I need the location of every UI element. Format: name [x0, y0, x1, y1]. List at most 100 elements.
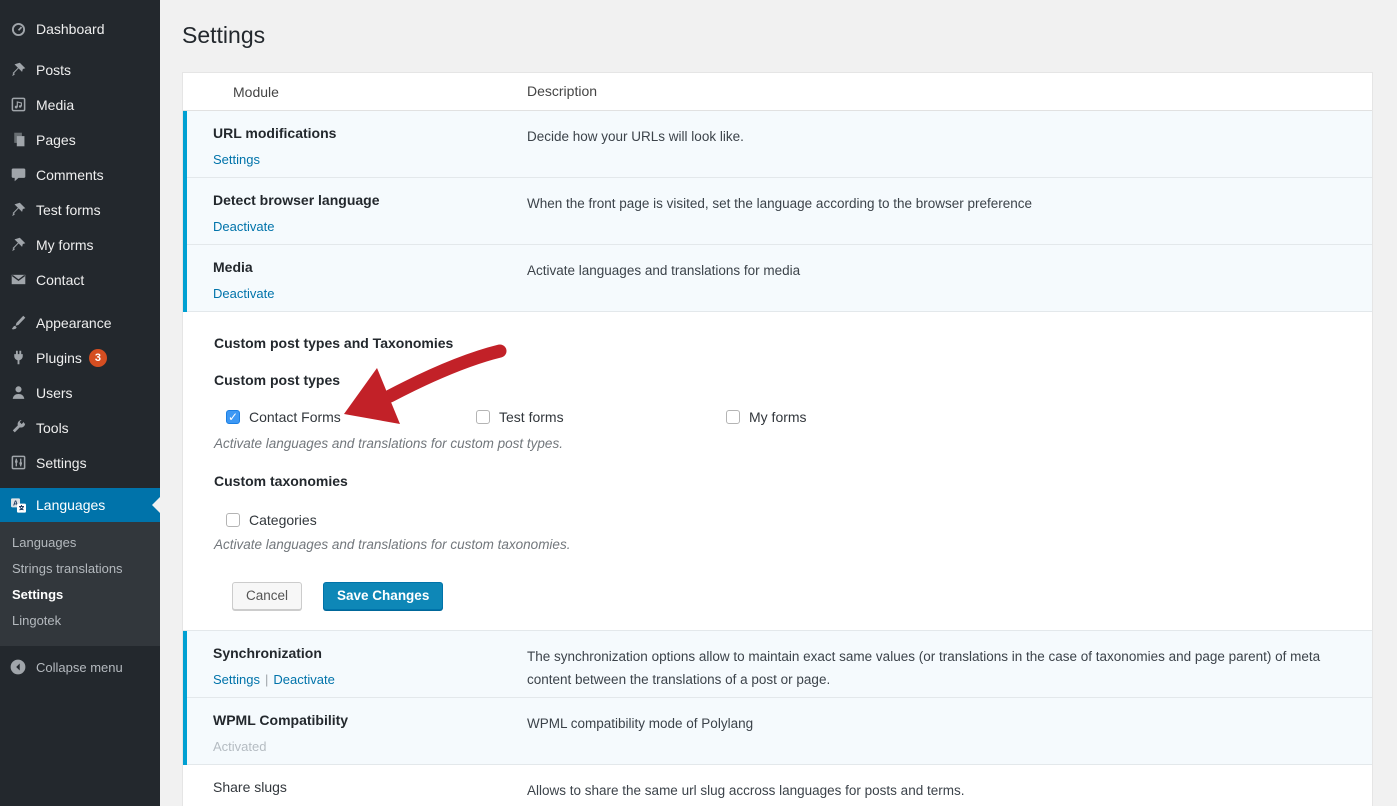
taxonomies-note: Activate languages and translations for … [214, 538, 1352, 552]
sidebar-item-pages[interactable]: Pages [0, 122, 160, 157]
checkmark-icon: ✓ [228, 410, 238, 424]
sidebar-item-media[interactable]: Media [0, 87, 160, 122]
module-title: Detect browser language [213, 191, 517, 210]
sliders-icon [8, 453, 28, 473]
module-description: Activate languages and translations for … [527, 245, 1372, 311]
comments-icon [8, 165, 28, 185]
module-description: Allows to share the same url slug accros… [527, 765, 1372, 806]
checkbox-categories[interactable] [226, 513, 240, 527]
submenu-item-lingotek[interactable]: Lingotek [0, 608, 160, 634]
pin-icon [8, 235, 28, 255]
sidebar-item-languages[interactable]: A Languages [0, 488, 160, 522]
module-row-share-slugs: Share slugs Deactivated Allows to share … [183, 765, 1372, 806]
media-deactivate-link[interactable]: Deactivate [213, 286, 274, 301]
module-title: URL modifications [213, 124, 517, 143]
sidebar-item-label: Pages [36, 132, 76, 148]
column-header-module: Module [183, 84, 527, 100]
plugins-update-badge: 3 [89, 349, 107, 367]
custom-taxonomies-heading: Custom taxonomies [214, 474, 1352, 488]
post-types-note: Activate languages and translations for … [214, 437, 1352, 451]
checkbox-label: My forms [749, 409, 807, 425]
pin-icon [8, 60, 28, 80]
save-changes-button[interactable]: Save Changes [323, 582, 443, 610]
sidebar-item-plugins[interactable]: Plugins 3 [0, 340, 160, 375]
sidebar-item-settings[interactable]: Settings [0, 445, 160, 480]
checkbox-option: My forms [726, 409, 976, 425]
sidebar-item-label: My forms [36, 237, 94, 253]
taxonomies-checkbox-row: Categories [226, 512, 1352, 528]
checkbox-option: Test forms [476, 409, 726, 425]
sidebar-item-label: Tools [36, 420, 69, 436]
cancel-button[interactable]: Cancel [232, 582, 302, 610]
sidebar-item-posts[interactable]: Posts [0, 52, 160, 87]
plug-icon [8, 348, 28, 368]
sidebar-item-tools[interactable]: Tools [0, 410, 160, 445]
url-modifications-settings-link[interactable]: Settings [213, 152, 260, 167]
sidebar-item-label: Contact [36, 272, 84, 288]
synchronization-deactivate-link[interactable]: Deactivate [273, 672, 334, 687]
user-icon [8, 383, 28, 403]
detect-browser-deactivate-link[interactable]: Deactivate [213, 219, 274, 234]
admin-menu: Dashboard Posts Media Pages Comments Tes… [0, 0, 160, 680]
checkbox-contact-forms[interactable]: ✓ [226, 410, 240, 424]
custom-post-types-heading: Custom post types [214, 373, 1352, 387]
sidebar-item-label: Posts [36, 62, 71, 78]
module-row-url-modifications: URL modifications Settings Decide how yo… [183, 111, 1372, 178]
media-icon [8, 95, 28, 115]
submenu-item-strings-translations[interactable]: Strings translations [0, 556, 160, 582]
sidebar-item-contact[interactable]: Contact [0, 262, 160, 297]
sidebar-item-appearance[interactable]: Appearance [0, 305, 160, 340]
sidebar-item-label: Languages [36, 497, 105, 513]
module-title: WPML Compatibility [213, 711, 517, 730]
custom-post-types-panel: Custom post types and Taxonomies Custom … [183, 312, 1372, 631]
sidebar-item-test-forms[interactable]: Test forms [0, 192, 160, 227]
module-row-wpml-compatibility: WPML Compatibility Activated WPML compat… [183, 698, 1372, 765]
checkbox-label: Categories [249, 512, 317, 528]
pages-icon [8, 130, 28, 150]
checkbox-option: Categories [226, 512, 476, 528]
dashboard-icon [8, 19, 28, 39]
collapse-menu-button[interactable]: Collapse menu [0, 654, 160, 680]
table-header-row: Module Description [183, 73, 1372, 111]
checkbox-option: ✓ Contact Forms [226, 409, 476, 425]
sidebar-item-label: Users [36, 385, 73, 401]
submenu-item-settings[interactable]: Settings [0, 582, 160, 608]
mail-icon [8, 270, 28, 290]
module-title: Synchronization [213, 644, 517, 663]
module-description: Decide how your URLs will look like. [527, 111, 1372, 177]
sidebar-item-comments[interactable]: Comments [0, 157, 160, 192]
module-description: WPML compatibility mode of Polylang [527, 698, 1372, 764]
checkbox-test-forms[interactable] [476, 410, 490, 424]
column-header-description: Description [527, 80, 1372, 103]
panel-buttons: Cancel Save Changes [232, 582, 1352, 610]
post-types-checkbox-row: ✓ Contact Forms Test forms My forms [226, 409, 1352, 425]
checkbox-label: Contact Forms [249, 409, 341, 425]
module-description: When the front page is visited, set the … [527, 178, 1372, 244]
collapse-arrow-icon [8, 657, 28, 677]
sidebar-item-dashboard[interactable]: Dashboard [0, 12, 160, 46]
sidebar-item-label: Test forms [36, 202, 101, 218]
pin-icon [8, 200, 28, 220]
brush-icon [8, 313, 28, 333]
checkbox-label: Test forms [499, 409, 564, 425]
sidebar-item-label: Media [36, 97, 74, 113]
module-description: The synchronization options allow to mai… [527, 631, 1372, 697]
collapse-menu-label: Collapse menu [36, 660, 123, 675]
submenu-item-languages[interactable]: Languages [0, 530, 160, 556]
page-title: Settings [160, 0, 1397, 50]
languages-submenu: Languages Strings translations Settings … [0, 522, 160, 646]
wrench-icon [8, 418, 28, 438]
sidebar-item-users[interactable]: Users [0, 375, 160, 410]
sidebar-item-label: Appearance [36, 315, 112, 331]
sidebar-item-my-forms[interactable]: My forms [0, 227, 160, 262]
modules-table: Module Description URL modifications Set… [182, 72, 1373, 806]
translation-icon: A [8, 495, 28, 515]
checkbox-my-forms[interactable] [726, 410, 740, 424]
synchronization-settings-link[interactable]: Settings [213, 672, 260, 687]
module-row-media: Media Deactivate Activate languages and … [183, 245, 1372, 312]
main-content: Settings Module Description URL modifica… [160, 0, 1397, 806]
module-title: Media [213, 258, 517, 277]
link-separator: | [265, 672, 268, 687]
module-title: Share slugs [213, 778, 517, 797]
wpml-status-text: Activated [213, 739, 517, 755]
